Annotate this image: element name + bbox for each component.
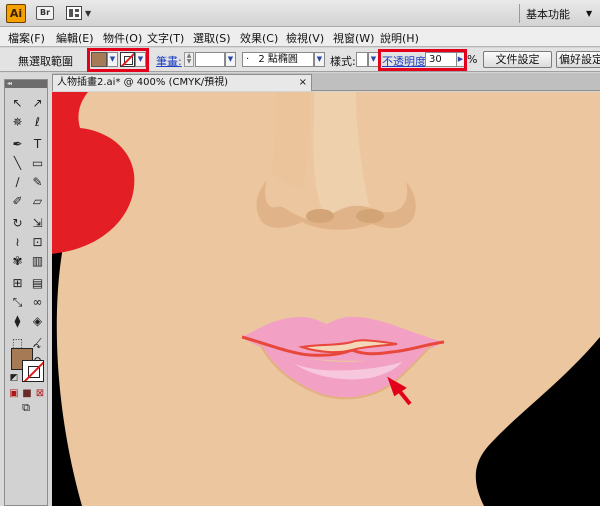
document-tab-bar: 人物插畫2.ai* @ 400% (CMYK/預視) ×	[52, 73, 600, 91]
highlight-fill-stroke	[87, 48, 149, 72]
stroke-weight-spinner[interactable]: ▲ ▼	[184, 52, 194, 67]
menu-select[interactable]: 選取(S)	[193, 30, 231, 46]
divider	[519, 4, 520, 23]
chevron-down-icon[interactable]: ▼	[586, 9, 592, 18]
illustrator-logo: Ai	[6, 4, 26, 23]
stroke-weight-dropdown-icon[interactable]: ▼	[225, 52, 236, 67]
none-mode-icon[interactable]: ⊠	[34, 388, 46, 400]
menu-bar: 檔案(F) 編輯(E) 物件(O) 文字(T) 選取(S) 效果(C) 檢視(V…	[0, 27, 600, 47]
style-label: 樣式:	[330, 55, 356, 68]
scale-tool-icon[interactable]: ⇲	[28, 214, 47, 233]
document-tab[interactable]: 人物插畫2.ai* @ 400% (CMYK/預視) ×	[52, 74, 312, 91]
line-tool-icon[interactable]: ╲	[8, 154, 27, 173]
tools-panel: ◂◂ ↖↗✵ℓ✒T╲▭∕✎✐▱↻⇲≀⊡✾▥⊞▤⤡∞⧫◈⬚⟋✋⚲ ↷ ◩ ▣ ■ …	[4, 79, 48, 506]
stroke-label[interactable]: 筆畫:	[156, 53, 182, 69]
eyedropper-tool-icon[interactable]: ⤡	[8, 293, 27, 312]
live-paint-bucket-tool-icon[interactable]: ⧫	[8, 312, 27, 331]
rectangle-tool-icon[interactable]: ▭	[28, 154, 47, 173]
magic-wand-tool-icon[interactable]: ✵	[8, 113, 27, 132]
default-fill-stroke-icon[interactable]: ◩	[8, 372, 20, 384]
swap-fill-stroke-icon[interactable]: ↷	[31, 342, 43, 354]
eraser-tool-icon[interactable]: ▱	[28, 192, 47, 211]
menu-object[interactable]: 物件(O)	[103, 30, 142, 46]
application-bar: Ai Br ▼ 基本功能 ▼	[0, 0, 600, 27]
blob-brush-tool-icon[interactable]: ✐	[8, 192, 27, 211]
chevron-down-icon[interactable]: ▼	[85, 9, 91, 18]
blend-tool-icon[interactable]: ∞	[28, 293, 47, 312]
lasso-tool-icon[interactable]: ℓ	[28, 113, 47, 132]
highlight-opacity	[378, 49, 467, 71]
stroke-box[interactable]	[22, 360, 44, 382]
pencil-tool-icon[interactable]: ✎	[28, 173, 47, 192]
gradient-tool-icon[interactable]: ▤	[28, 274, 47, 293]
nose-shadow-left	[272, 92, 310, 187]
brush-definition-value: 2 點橢圓	[258, 54, 298, 65]
column-graph-tool-icon[interactable]: ▥	[28, 252, 47, 271]
menu-view[interactable]: 檢視(V)	[286, 30, 324, 46]
menu-help[interactable]: 說明(H)	[380, 30, 419, 46]
document-title: 人物插畫2.ai* @ 400% (CMYK/預視)	[57, 77, 229, 88]
bridge-icon[interactable]: Br	[36, 6, 54, 20]
menu-type[interactable]: 文字(T)	[147, 30, 184, 46]
document-setup-button[interactable]: 文件設定	[483, 51, 552, 68]
mesh-tool-icon[interactable]: ⊞	[8, 274, 27, 293]
menu-file[interactable]: 檔案(F)	[8, 30, 45, 46]
warp-tool-icon[interactable]: ≀	[8, 233, 27, 252]
control-panel: 無選取範圍 ▼ ▼ 筆畫: ▲ ▼ ▼ · 2 點橢圓 ▼ 樣式: ▼ 不透明度:…	[0, 48, 600, 72]
live-paint-selection-tool-icon[interactable]: ◈	[28, 312, 47, 331]
illustrator-window: Ai Br ▼ 基本功能 ▼ 檔案(F) 編輯(E) 物件(O) 文字(T) 選…	[0, 0, 600, 506]
workspace-switcher[interactable]: 基本功能	[526, 6, 570, 22]
brush-definition-field[interactable]: · 2 點橢圓	[242, 52, 314, 67]
close-icon[interactable]: ×	[299, 75, 307, 90]
preferences-button[interactable]: 偏好設定	[556, 51, 600, 68]
brush-dot: ·	[246, 54, 250, 65]
free-transform-tool-icon[interactable]: ⊡	[28, 233, 47, 252]
graphic-style-swatch[interactable]	[356, 52, 368, 67]
color-mode-icon[interactable]: ▣	[8, 388, 20, 400]
paintbrush-tool-icon[interactable]: ∕	[8, 173, 27, 192]
direct-selection-tool-icon[interactable]: ↗	[28, 94, 47, 113]
opacity-unit: %	[467, 53, 478, 66]
nostril-right	[356, 209, 384, 223]
menu-effect[interactable]: 效果(C)	[240, 30, 278, 46]
screen-mode-icon[interactable]: ⧉	[17, 401, 35, 415]
pen-tool-icon[interactable]: ✒	[8, 135, 27, 154]
arrange-documents-icon[interactable]	[66, 6, 82, 20]
menu-window[interactable]: 視窗(W)	[333, 30, 374, 46]
selection-status: 無選取範圍	[18, 55, 73, 68]
tools-panel-grip[interactable]: ◂◂	[5, 80, 47, 88]
artboard-canvas[interactable]	[52, 92, 600, 506]
gradient-mode-icon[interactable]: ■	[21, 388, 33, 400]
brush-dropdown-icon[interactable]: ▼	[314, 52, 325, 67]
stroke-weight-field[interactable]	[195, 52, 225, 67]
illustration	[52, 92, 600, 506]
nostril-left	[306, 209, 334, 223]
type-tool-icon[interactable]: T	[28, 135, 47, 154]
rotate-tool-icon[interactable]: ↻	[8, 214, 27, 233]
menu-edit[interactable]: 編輯(E)	[56, 30, 94, 46]
selection-tool-icon[interactable]: ↖	[8, 94, 27, 113]
symbol-sprayer-tool-icon[interactable]: ✾	[8, 252, 27, 271]
